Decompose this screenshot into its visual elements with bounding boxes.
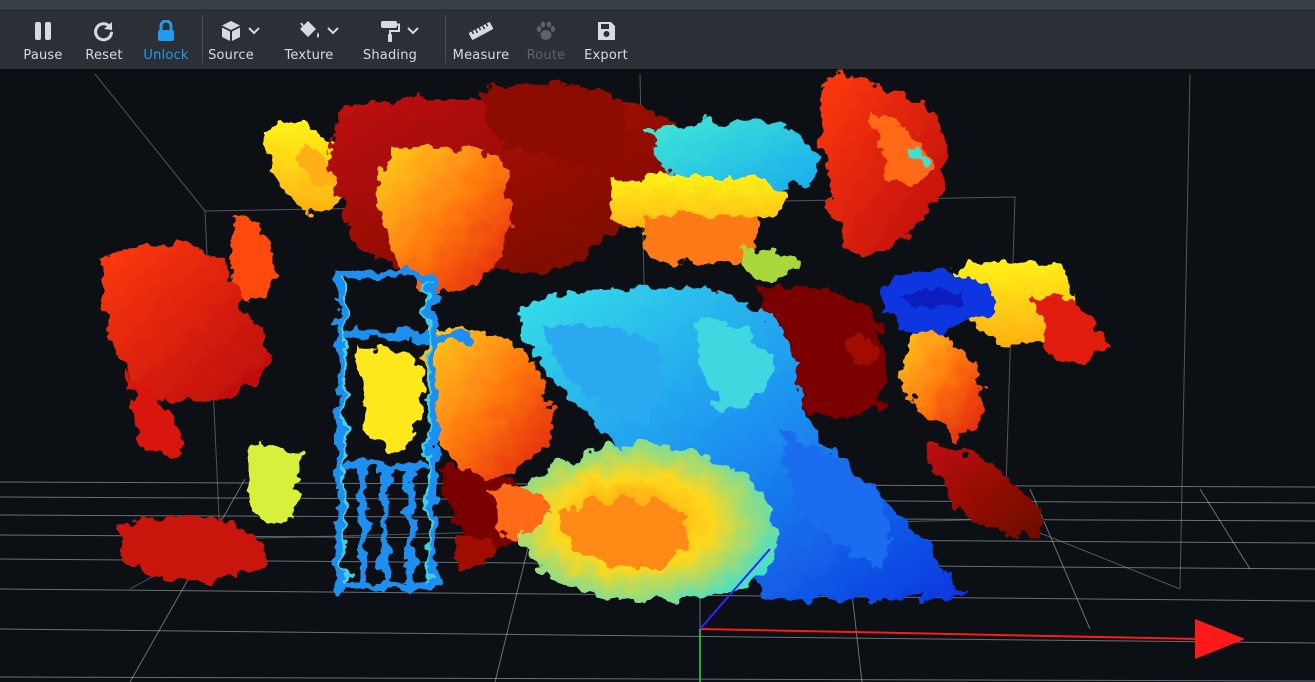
point-cloud-scene[interactable]	[0, 69, 1315, 682]
route-button[interactable]: Route	[518, 9, 574, 69]
paw-icon	[535, 19, 557, 43]
unlock-button[interactable]: Unlock	[136, 9, 196, 69]
source-icon-wrap	[220, 19, 260, 43]
paint-bucket-icon	[300, 21, 319, 38]
chevron-down-icon	[407, 27, 419, 35]
measure-label: Measure	[452, 48, 510, 63]
view-options-group: Source Texture Shading	[203, 9, 439, 69]
texture-dropdown[interactable]: Texture	[279, 9, 357, 69]
chevron-down-icon	[248, 27, 260, 35]
paint-roller-icon	[381, 21, 400, 42]
save-icon	[596, 19, 616, 43]
reset-button[interactable]: Reset	[72, 9, 136, 69]
cube-icon	[222, 21, 240, 41]
texture-icon-wrap	[297, 19, 339, 43]
3d-viewport[interactable]	[0, 69, 1315, 682]
refresh-icon	[93, 19, 115, 43]
toolbar: Pause Reset Unlock Source Texture Shadin…	[0, 9, 1315, 69]
route-label: Route	[526, 48, 566, 63]
playback-group: Pause Reset Unlock	[0, 9, 196, 69]
export-button[interactable]: Export	[574, 9, 638, 69]
export-label: Export	[584, 48, 628, 63]
shading-label: Shading	[362, 48, 418, 63]
window-top-strip	[0, 0, 1315, 9]
chevron-down-icon	[327, 27, 339, 35]
shading-dropdown[interactable]: Shading	[359, 9, 439, 69]
source-dropdown[interactable]: Source	[205, 9, 275, 69]
lock-icon	[156, 19, 176, 43]
measure-button[interactable]: Measure	[446, 9, 516, 69]
texture-label: Texture	[284, 48, 334, 63]
reset-label: Reset	[85, 48, 123, 63]
pause-icon	[33, 19, 53, 43]
shading-icon-wrap	[379, 19, 419, 43]
tools-group: Measure Route Export	[446, 9, 638, 69]
ruler-icon	[468, 19, 494, 43]
pause-label: Pause	[23, 48, 63, 63]
source-label: Source	[208, 48, 254, 63]
pause-button[interactable]: Pause	[14, 9, 72, 69]
top-right-red-cluster	[822, 74, 947, 259]
unlock-label: Unlock	[143, 48, 189, 63]
x-axis-arrow	[1195, 619, 1245, 659]
left-red-cluster	[102, 214, 275, 581]
